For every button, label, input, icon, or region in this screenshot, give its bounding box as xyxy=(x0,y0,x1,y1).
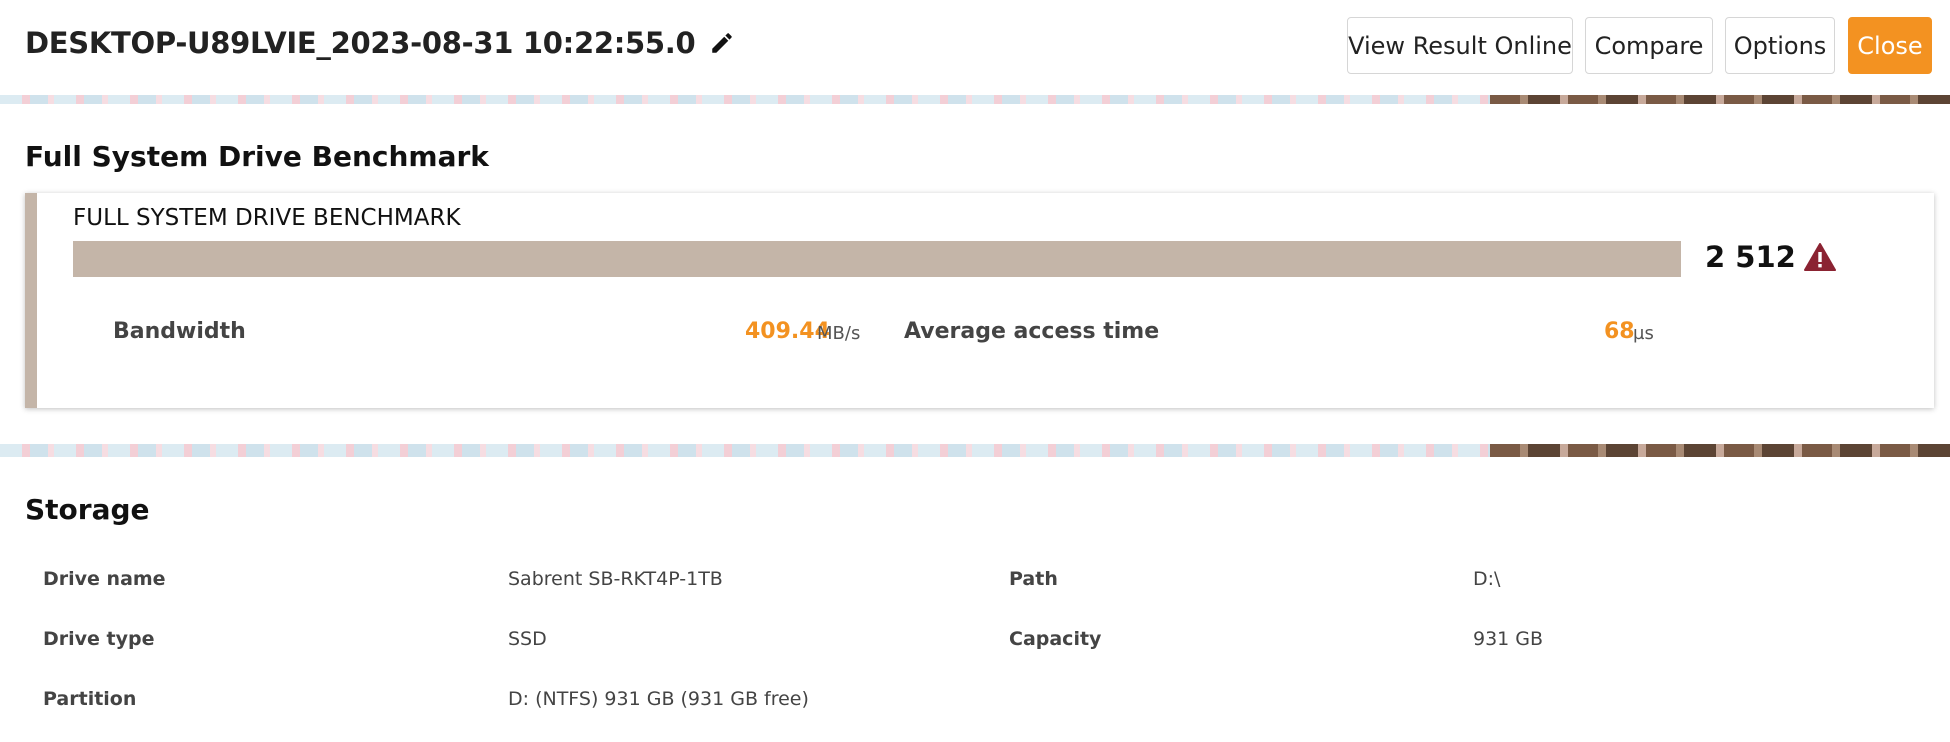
partition-value: D: (NTFS) 931 GB (931 GB free) xyxy=(508,688,809,710)
drive-name-label: Drive name xyxy=(43,568,166,590)
score-bar xyxy=(73,241,1681,277)
path-label: Path xyxy=(1009,568,1058,590)
partition-label: Partition xyxy=(43,688,137,710)
score-bar-fill xyxy=(73,241,1681,277)
warning-triangle-icon[interactable] xyxy=(1803,242,1836,272)
benchmark-score: 2 512 xyxy=(1705,240,1796,274)
score-wrap: 2 512 xyxy=(1705,240,1836,274)
pencil-icon[interactable] xyxy=(709,30,735,56)
title-wrap: DESKTOP-U89LVIE_2023-08-31 10:22:55.0 xyxy=(25,26,735,60)
options-button[interactable]: Options xyxy=(1725,17,1835,74)
result-title: DESKTOP-U89LVIE_2023-08-31 10:22:55.0 xyxy=(25,26,696,60)
decorative-banner xyxy=(0,444,1950,457)
path-value: D:\ xyxy=(1473,568,1501,590)
access-time-label: Average access time xyxy=(904,319,1160,344)
drive-type-value: SSD xyxy=(508,628,547,650)
benchmark-card-title: FULL SYSTEM DRIVE BENCHMARK xyxy=(73,205,461,231)
benchmark-section-title: Full System Drive Benchmark xyxy=(25,140,489,173)
close-button[interactable]: Close xyxy=(1848,17,1932,74)
header: DESKTOP-U89LVIE_2023-08-31 10:22:55.0 Vi… xyxy=(0,0,1950,95)
compare-button[interactable]: Compare xyxy=(1585,17,1713,74)
view-result-online-button[interactable]: View Result Online xyxy=(1347,17,1573,74)
drive-name-value: Sabrent SB-RKT4P-1TB xyxy=(508,568,723,590)
capacity-value: 931 GB xyxy=(1473,628,1544,650)
bandwidth-unit: MB/s xyxy=(817,323,861,344)
storage-section-title: Storage xyxy=(25,493,150,526)
bandwidth-label: Bandwidth xyxy=(113,319,246,344)
drive-type-label: Drive type xyxy=(43,628,155,650)
capacity-label: Capacity xyxy=(1009,628,1102,650)
access-time-unit: µs xyxy=(1633,323,1654,344)
benchmark-card: FULL SYSTEM DRIVE BENCHMARK 2 512 Bandwi… xyxy=(25,193,1934,408)
access-time-value: 68 xyxy=(1604,319,1635,344)
decorative-banner xyxy=(0,95,1950,104)
